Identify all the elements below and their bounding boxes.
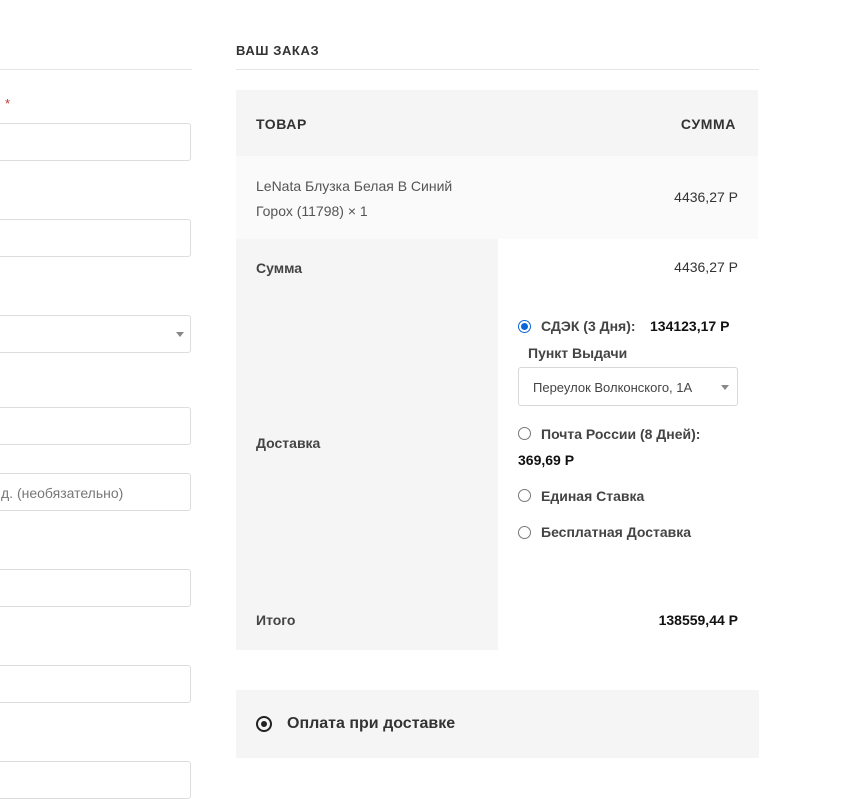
item-price: 4436,27 Р <box>674 189 738 205</box>
shipping-option-russian-post[interactable]: Почта России (8 Дней): <box>541 426 700 442</box>
chevron-down-icon <box>176 332 184 337</box>
billing-field-postcode[interactable] <box>0 665 191 703</box>
shipping-option-cdek[interactable]: СДЭК (3 Дня): <box>541 318 636 334</box>
pickup-point-value: Переулок Волконского, 1А <box>533 380 693 395</box>
field-placeholder: д. (необязательно) <box>1 485 124 501</box>
shipping-radio-cdek[interactable] <box>518 320 531 333</box>
chevron-down-icon <box>721 385 729 390</box>
order-item-row: LeNata Блузка Белая В Синий Горох (11798… <box>236 156 758 239</box>
order-total-value: 138559,44 Р <box>658 612 738 628</box>
subtotal-label: Сумма <box>256 260 303 276</box>
billing-form: * д. (необязательно) <box>0 0 193 799</box>
billing-field-city[interactable] <box>0 569 191 607</box>
pickup-label: Пункт Выдачи <box>528 345 628 361</box>
required-mark: * <box>5 96 11 111</box>
item-name: LeNata Блузка Белая В Синий Горох (11798… <box>256 178 453 219</box>
shipping-radio-free[interactable] <box>518 526 531 539</box>
billing-field-address[interactable] <box>0 407 191 445</box>
shipping-option-flat-rate[interactable]: Единая Ставка <box>541 488 644 504</box>
billing-field-2[interactable] <box>0 219 191 257</box>
billing-select-country[interactable] <box>0 315 191 353</box>
total-label: Итого <box>256 612 296 628</box>
payment-method-label[interactable]: Оплата при доставке <box>287 715 455 733</box>
totals-label-column: Сумма Доставка Итого <box>236 239 498 650</box>
billing-field-address-2[interactable]: д. (необязательно) <box>0 473 191 511</box>
order-table-header: ТОВАР СУММА <box>236 90 758 156</box>
pickup-point-select[interactable]: Переулок Волконского, 1А <box>518 367 738 406</box>
order-divider <box>236 69 759 70</box>
order-title: ВАШ ЗАКАЗ <box>236 43 320 58</box>
subtotal-value: 4436,27 Р <box>674 259 738 275</box>
shipping-radio-russian-post[interactable] <box>518 427 531 440</box>
column-total: СУММА <box>680 116 736 132</box>
shipping-option-free[interactable]: Бесплатная Доставка <box>541 524 691 540</box>
payment-method[interactable]: Оплата при доставке <box>236 690 759 758</box>
shipping-price-cdek: 134123,17 Р <box>650 318 730 334</box>
shipping-label: Доставка <box>256 435 321 451</box>
shipping-price-russian-post: 369,69 Р <box>518 452 575 468</box>
shipping-radio-flat-rate[interactable] <box>518 489 531 502</box>
billing-divider <box>0 69 192 70</box>
billing-field-1[interactable] <box>0 123 191 161</box>
billing-field-phone[interactable] <box>0 761 191 799</box>
payment-radio[interactable] <box>256 716 272 732</box>
column-product: ТОВАР <box>256 116 307 132</box>
